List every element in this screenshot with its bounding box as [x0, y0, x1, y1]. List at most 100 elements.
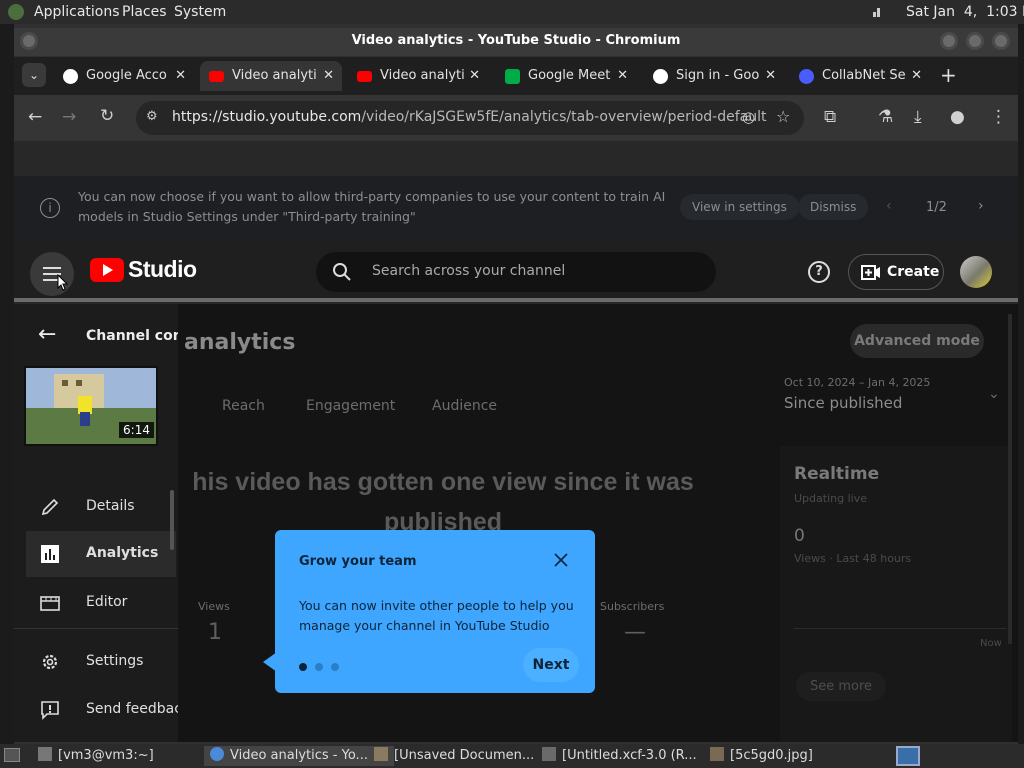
- close-tab-icon[interactable]: ✕: [469, 61, 480, 91]
- eye-off-icon[interactable]: ◎: [742, 108, 755, 126]
- video-add-icon: [861, 265, 880, 280]
- menu-applications[interactable]: Applications: [34, 4, 120, 20]
- menu-system[interactable]: System: [174, 4, 226, 20]
- tab-google-account[interactable]: Google Acco ✕: [54, 61, 194, 91]
- realtime-value: 0: [794, 526, 805, 546]
- sidebar-item-send-feedback[interactable]: Send feedbac: [26, 687, 182, 733]
- tab-title: Video analyti: [232, 68, 317, 83]
- sidebar-item-settings[interactable]: Settings: [26, 639, 176, 685]
- minimize-button[interactable]: [940, 32, 958, 50]
- maximize-button[interactable]: [966, 32, 984, 50]
- popup-pointer: [263, 652, 277, 672]
- pager-next-icon[interactable]: ›: [978, 198, 984, 214]
- pager-prev-icon[interactable]: ‹: [886, 198, 892, 214]
- system-logo-icon[interactable]: [8, 4, 24, 20]
- realtime-sub: Updating live: [794, 492, 867, 505]
- back-icon[interactable]: ←: [28, 107, 42, 127]
- labs-flask-icon[interactable]: ⚗: [878, 107, 893, 127]
- period-selector[interactable]: Since published: [784, 394, 902, 412]
- task-terminal[interactable]: [vm3@vm3:~]: [38, 746, 154, 766]
- close-window-button[interactable]: [992, 32, 1010, 50]
- task-gimp[interactable]: [Untitled.xcf-3.0 (R...: [542, 746, 697, 766]
- tab-title: Sign in - Goo: [676, 68, 760, 83]
- realtime-card: Realtime Updating live 0 Views · Last 48…: [780, 446, 1012, 742]
- task-editor[interactable]: [Unsaved Documen...: [374, 746, 534, 766]
- window-menu-button[interactable]: [20, 32, 38, 50]
- task-chromium[interactable]: Video analytics - Yo...: [204, 746, 394, 766]
- menu-places[interactable]: Places: [122, 4, 167, 20]
- reload-icon[interactable]: ↻: [100, 106, 114, 126]
- window-titlebar[interactable]: Video analytics - YouTube Studio - Chrom…: [14, 28, 1018, 56]
- sidebar-item-label: Analytics: [86, 545, 159, 561]
- tab-sign-in[interactable]: Sign in - Goo ✕: [644, 61, 784, 91]
- see-more-button[interactable]: See more: [796, 672, 887, 701]
- tab-collabnet[interactable]: CollabNet Se ✕: [790, 61, 930, 91]
- clock[interactable]: Sat Jan 4, 1:03 PM: [906, 4, 1024, 20]
- extensions-icon[interactable]: ⧉: [824, 107, 836, 127]
- pencil-icon: [41, 498, 59, 516]
- video-thumbnail[interactable]: 6:14: [24, 366, 158, 446]
- tab-video-analytics-active[interactable]: Video analyti ✕: [200, 61, 342, 91]
- close-tab-icon[interactable]: ✕: [765, 61, 776, 91]
- close-tab-icon[interactable]: ✕: [617, 61, 628, 91]
- task-label: Video analytics - Yo...: [230, 748, 368, 763]
- close-tab-icon[interactable]: ✕: [175, 61, 186, 91]
- sidebar-item-details[interactable]: Details: [26, 484, 176, 530]
- info-banner: i You can now choose if you want to allo…: [14, 176, 1018, 240]
- close-icon[interactable]: [553, 552, 569, 568]
- tab-strip: ⌄ Google Acco ✕ Video analyti ✕ Video an…: [14, 57, 1018, 95]
- task-image-viewer[interactable]: [5c5gd0.jpg]: [710, 746, 813, 766]
- channel-search-input[interactable]: Search across your channel: [316, 252, 716, 292]
- site-info-icon[interactable]: ⚙: [146, 109, 158, 124]
- show-desktop-icon[interactable]: [4, 748, 20, 762]
- info-icon: i: [40, 198, 60, 218]
- grow-team-popup: Grow your team You can now invite other …: [263, 530, 595, 693]
- date-range[interactable]: Oct 10, 2024 – Jan 4, 2025: [784, 376, 930, 389]
- chromium-icon: [210, 747, 224, 761]
- realtime-caption[interactable]: Views · Last 48 hours: [794, 552, 911, 565]
- sidebar-item-editor[interactable]: Editor: [26, 580, 176, 626]
- close-tab-icon[interactable]: ✕: [911, 61, 922, 91]
- create-button[interactable]: Create: [848, 254, 944, 290]
- loading-bar: [14, 298, 1018, 302]
- network-icon[interactable]: [870, 4, 890, 20]
- advanced-mode-button[interactable]: Advanced mode: [850, 324, 984, 358]
- view-in-settings-button[interactable]: View in settings: [680, 194, 799, 220]
- forward-icon[interactable]: →: [62, 107, 76, 127]
- sidebar-scrollbar[interactable]: [170, 490, 174, 550]
- views-value: 1: [208, 620, 222, 645]
- tab-title: Google Acco: [86, 68, 167, 83]
- url-text[interactable]: https://studio.youtube.com/video/rKaJSGE…: [172, 109, 766, 125]
- gimp-icon: [542, 747, 556, 761]
- download-icon[interactable]: ⤓: [914, 107, 922, 127]
- popup-body: You can now invite other people to help …: [299, 596, 574, 636]
- search-icon: [333, 263, 351, 281]
- tab-audience[interactable]: Audience: [432, 398, 497, 414]
- chevron-down-icon[interactable]: ⌄: [988, 386, 1000, 402]
- address-bar[interactable]: ⚙ https://studio.youtube.com/video/rKaJS…: [136, 101, 804, 135]
- main-scrollbar[interactable]: [1008, 314, 1012, 644]
- bookmark-star-icon[interactable]: ☆: [776, 107, 790, 126]
- help-icon[interactable]: ?: [808, 261, 830, 283]
- create-label: Create: [887, 264, 940, 280]
- close-tab-icon[interactable]: ✕: [323, 61, 334, 91]
- profile-icon[interactable]: ●: [950, 107, 965, 127]
- tab-search-button[interactable]: ⌄: [22, 63, 46, 87]
- back-arrow-icon[interactable]: ←: [38, 322, 56, 347]
- avatar[interactable]: [960, 256, 992, 288]
- sidebar-item-analytics[interactable]: Analytics: [26, 531, 176, 577]
- tab-google-meet[interactable]: Google Meet ✕: [496, 61, 636, 91]
- task-label: [Unsaved Documen...: [394, 748, 535, 763]
- new-tab-icon[interactable]: +: [940, 63, 957, 87]
- system-top-panel: Applications Places System Sat Jan 4, 1:…: [0, 0, 1024, 24]
- tab-reach[interactable]: Reach: [222, 398, 265, 414]
- tab-video-analytics[interactable]: Video analyti ✕: [348, 61, 488, 91]
- menu-dots-icon[interactable]: ⋮: [990, 107, 1007, 127]
- tab-engagement[interactable]: Engagement: [306, 398, 395, 414]
- studio-logo[interactable]: Studio: [90, 256, 197, 286]
- popup-body-line1: You can now invite other people to help …: [299, 598, 574, 613]
- youtube-logo-icon: [90, 258, 124, 282]
- dismiss-button[interactable]: Dismiss: [798, 194, 869, 220]
- next-button[interactable]: Next: [523, 648, 579, 682]
- workspace-switcher[interactable]: [896, 746, 920, 766]
